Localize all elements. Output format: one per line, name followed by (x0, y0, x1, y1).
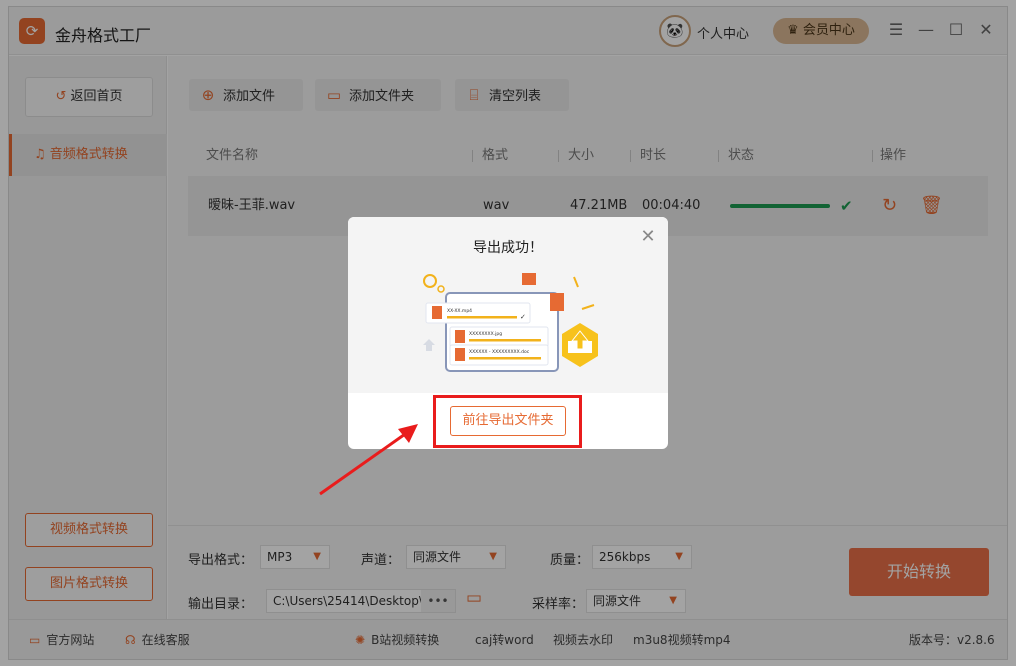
export-illustration: XX-XX.mp4 ✓ XXXXXXXX.jpg XXXXXX - XXXXXX… (423, 273, 598, 372)
highlight-box (433, 395, 582, 448)
svg-text:✓: ✓ (520, 313, 526, 321)
file-name-3: XXXXXX - XXXXXXXXX.doc (469, 349, 530, 355)
file-name-2: XXXXXXXX.jpg (469, 331, 502, 337)
dialog-illustration-area: 导出成功！ ✕ XX-XX.mp4 ✓ XXXXXXXX.jpg XXXXXX … (348, 217, 668, 393)
file-name-1: XX-XX.mp4 (447, 308, 472, 314)
